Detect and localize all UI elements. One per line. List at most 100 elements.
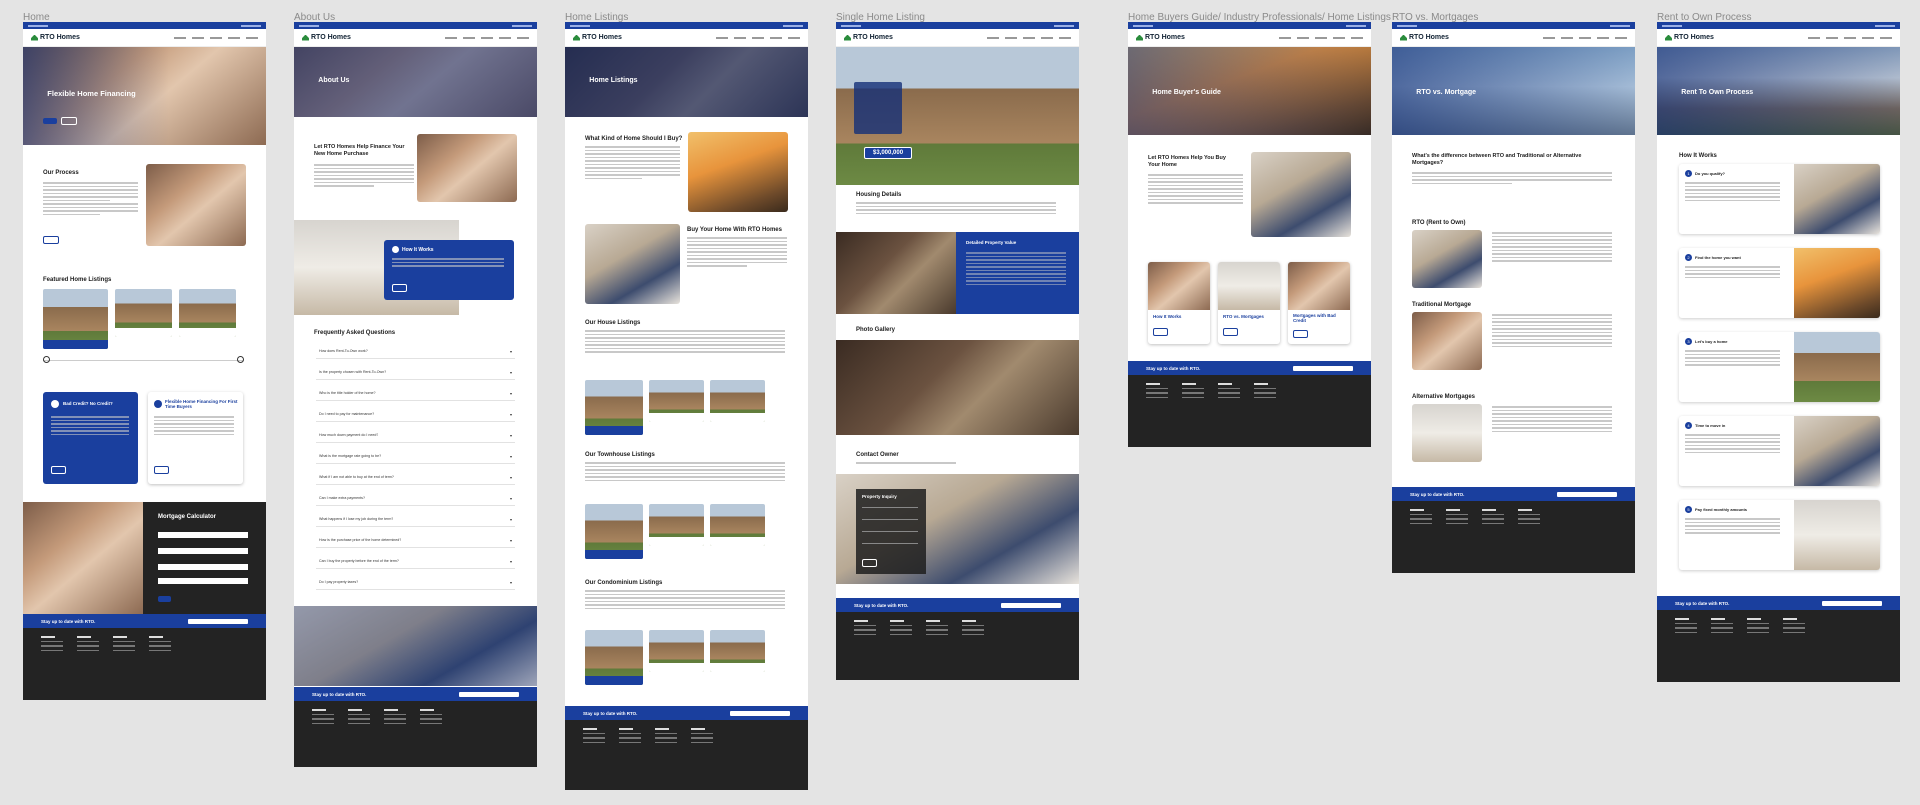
faq-item[interactable]: Is the property chosen with Rent-To-Own?…	[316, 365, 515, 380]
chevron-down-icon: ▾	[509, 474, 512, 480]
calc-field[interactable]	[158, 532, 248, 538]
house-logo-icon	[1136, 34, 1143, 41]
how-it-works-button[interactable]	[392, 284, 407, 292]
logo[interactable]: RTO Homes	[573, 34, 622, 41]
subscribe-input[interactable]	[1557, 491, 1617, 497]
calc-field[interactable]	[158, 564, 248, 570]
subscribe-input[interactable]	[1001, 602, 1061, 608]
difference-heading: What's the difference between RTO and Tr…	[1412, 153, 1582, 166]
price-badge: $3,000,000	[864, 147, 913, 159]
hero-buttons	[43, 109, 78, 127]
nav-links[interactable]	[716, 36, 800, 39]
nav-links[interactable]	[174, 36, 258, 39]
footer: Stay up to date with RTO.	[23, 614, 266, 700]
logo[interactable]: RTO Homes	[1136, 34, 1185, 41]
listing-card[interactable]	[649, 504, 704, 546]
learn-more-button[interactable]	[61, 117, 78, 125]
faq-item[interactable]: What happens if I lose my job during the…	[316, 512, 515, 527]
chevron-down-icon: ▾	[509, 432, 512, 438]
faq-item[interactable]: How much down payment do I need? ▾	[316, 428, 515, 443]
logo[interactable]: RTO Homes	[302, 34, 351, 41]
alternative-photo	[1412, 404, 1482, 462]
listing-card[interactable]	[710, 630, 765, 672]
listing-card[interactable]	[585, 504, 643, 559]
carousel-track[interactable]	[43, 360, 243, 361]
calculate-button[interactable]	[158, 596, 171, 602]
nav-links[interactable]	[1279, 36, 1363, 39]
listing-card[interactable]	[115, 289, 172, 337]
process-step: 2 Find the home you want	[1679, 248, 1880, 318]
calc-field[interactable]	[158, 578, 248, 584]
faq-item[interactable]: What is the mortgage rate going to be? ▾	[316, 449, 515, 464]
top-utility-bar	[23, 22, 266, 29]
house-logo-icon	[573, 34, 580, 41]
listing-card[interactable]	[585, 630, 643, 685]
faq-item[interactable]: Do I pay property taxes? ▾	[316, 575, 515, 590]
traditional-heading: Traditional Mortgage	[1412, 302, 1472, 308]
our-process-heading: Our Process	[43, 170, 79, 176]
nav-links[interactable]	[987, 36, 1071, 39]
hero-title: Home Listings	[589, 77, 638, 84]
photo-gallery[interactable]	[836, 340, 1079, 435]
hero-guide: Home Buyer's Guide	[1128, 47, 1371, 135]
house-logo-icon	[31, 34, 38, 41]
artboard-single: RTO Homes $3,000,000 Housing Details Det…	[836, 22, 1079, 680]
listing-card[interactable]	[649, 630, 704, 672]
bad-credit-title: Bad Credit? No Credit?	[63, 401, 113, 406]
faq-item[interactable]: Can I make extra payments? ▾	[316, 491, 515, 506]
chevron-down-icon: ▾	[509, 495, 512, 501]
hero-title: RTO vs. Mortgage	[1416, 89, 1477, 96]
subscribe-input[interactable]	[730, 710, 790, 716]
calc-field[interactable]	[158, 548, 248, 554]
carousel-prev-icon[interactable]	[43, 356, 50, 363]
nav-links[interactable]	[1808, 36, 1892, 39]
guide-card-button[interactable]	[1153, 328, 1168, 336]
nav-links[interactable]	[445, 36, 529, 39]
logo[interactable]: RTO Homes	[844, 34, 893, 41]
carousel-next-icon[interactable]	[237, 356, 244, 363]
listing-card[interactable]	[710, 504, 765, 546]
faq-item[interactable]: Do I need to pay for maintenance? ▾	[316, 407, 515, 422]
subscribe-input[interactable]	[1293, 365, 1353, 371]
guide-card-button[interactable]	[1223, 328, 1238, 336]
guide-card-button[interactable]	[1293, 330, 1308, 338]
step-number-icon: 1	[1685, 170, 1692, 177]
what-kind-photo	[688, 132, 788, 212]
inquiry-field[interactable]	[862, 507, 918, 508]
faq-item[interactable]: Who is the title holder of the home? ▾	[316, 386, 515, 401]
artboard-about: RTO Homes About Us Let RTO Homes Help Fi…	[294, 22, 537, 767]
artboard-vs: RTO Homes RTO vs. Mortgage What's the di…	[1392, 22, 1635, 573]
get-started-button[interactable]	[43, 118, 57, 124]
guide-card[interactable]: Mortgages with Bad Credit	[1288, 262, 1350, 344]
guide-card[interactable]: How It Works	[1148, 262, 1210, 344]
logo[interactable]: RTO Homes	[1400, 34, 1449, 41]
subscribe-input[interactable]	[188, 618, 248, 624]
nav-links[interactable]	[1543, 36, 1627, 39]
submit-button[interactable]	[862, 559, 877, 567]
first-time-button[interactable]	[154, 466, 169, 474]
footer: Stay up to date with RTO.	[294, 687, 537, 767]
subscribe-input[interactable]	[459, 691, 519, 697]
logo[interactable]: RTO Homes	[1665, 34, 1714, 41]
guide-card[interactable]: RTO vs. Mortgages	[1218, 262, 1280, 344]
design-board: Home About Us Home Listings Single Home …	[0, 0, 1920, 805]
faq-item[interactable]: How is the purchase price of the home de…	[316, 533, 515, 548]
inquiry-field[interactable]	[862, 519, 918, 520]
step-number-icon: 5	[1685, 506, 1692, 513]
inquiry-field[interactable]	[862, 543, 918, 544]
process-read-more[interactable]	[43, 236, 59, 244]
inquiry-field[interactable]	[862, 531, 918, 532]
faq-item[interactable]: How does Rent-To-Own work? ▾	[316, 344, 515, 359]
faq-item[interactable]: What if I am not able to buy at the end …	[316, 470, 515, 485]
bad-credit-button[interactable]	[51, 466, 66, 474]
logo[interactable]: RTO Homes	[31, 34, 80, 41]
listing-card[interactable]	[710, 380, 765, 422]
faq-item[interactable]: Can I buy the property before the end of…	[316, 554, 515, 569]
listing-card[interactable]	[179, 289, 236, 337]
subscribe-input[interactable]	[1822, 600, 1882, 606]
property-value-section: Detailed Property Value	[836, 232, 1079, 314]
contact-owner-heading: Contact Owner	[856, 452, 899, 458]
listing-card[interactable]	[43, 289, 108, 349]
listing-card[interactable]	[585, 380, 643, 435]
listing-card[interactable]	[649, 380, 704, 422]
